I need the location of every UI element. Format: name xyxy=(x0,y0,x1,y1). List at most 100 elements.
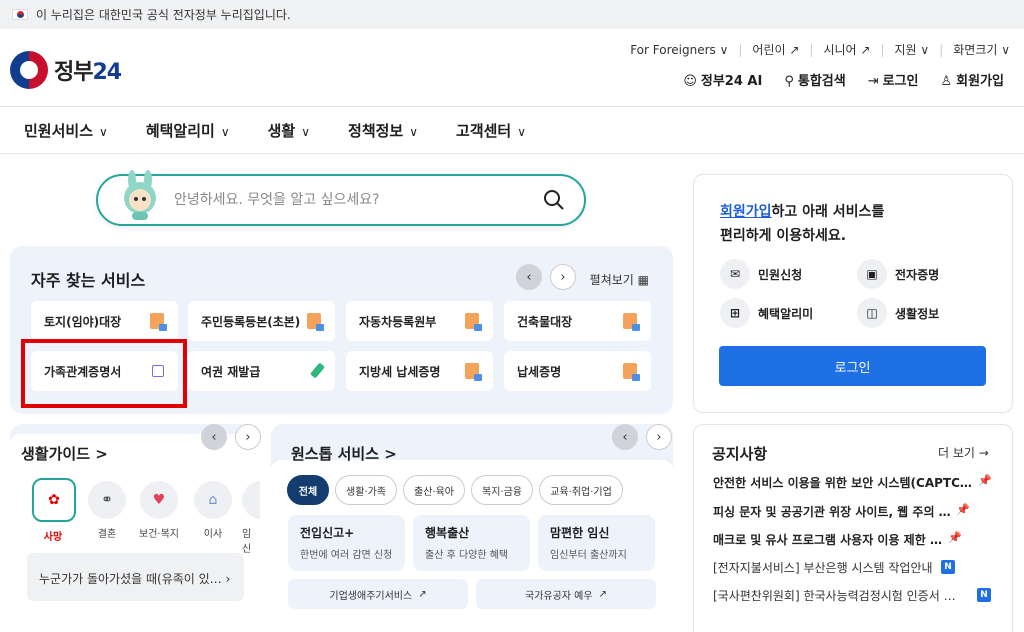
gov24-logo[interactable]: 정부24 xyxy=(10,51,122,89)
external-link-icon: ↗ xyxy=(598,588,607,600)
login-button[interactable]: 로그인 xyxy=(719,346,986,386)
document-icon xyxy=(623,363,640,381)
panel-item-life-info[interactable]: ◫ 생활정보 xyxy=(857,298,939,328)
utility-menu: For Foreigners ∨ | 어린이 ↗ | 시니어 ↗ | 지원 ∨ … xyxy=(630,41,1010,58)
category-marriage[interactable]: ⚭ 결혼 xyxy=(86,481,128,540)
integrated-search-button[interactable]: ⚲ 통합검색 xyxy=(784,70,845,89)
notice-item[interactable]: 안전한 서비스 이용을 위한 보안 시스템(CAPTCH… xyxy=(713,474,973,491)
panel-item-e-certificate[interactable]: ▣ 전자증명 xyxy=(857,259,939,289)
category-health-welfare[interactable]: ♥ 보건·복지 xyxy=(138,481,180,540)
chevron-right-icon: › xyxy=(225,572,231,586)
search-box xyxy=(96,170,586,226)
mascot-icon xyxy=(124,170,156,220)
utility-support[interactable]: 지원 ∨ xyxy=(895,41,930,58)
nav-policy[interactable]: 정책정보 ∨ xyxy=(348,120,418,141)
utility-screen-size[interactable]: 화면크기 ∨ xyxy=(953,41,1010,58)
document-icon xyxy=(307,313,324,331)
onestop-service-card[interactable]: 행복출산 출산 후 다양한 혜택 xyxy=(413,515,530,571)
life-next-button[interactable]: › xyxy=(235,424,261,450)
category-death[interactable]: ✿ 사망 xyxy=(32,478,76,543)
chevron-right-icon: › xyxy=(656,429,662,445)
pencil-icon xyxy=(309,362,326,379)
panel-item-benefits[interactable]: ⊞ 혜택알리미 xyxy=(720,298,813,328)
nav-life[interactable]: 생활 ∨ xyxy=(268,120,310,141)
document-icon xyxy=(623,313,640,331)
gov-banner-text: 이 누리집은 대한민국 공식 전자정부 누리집입니다. xyxy=(36,8,291,22)
chevron-right-icon: › xyxy=(245,429,251,445)
gov-banner: 이 누리집은 대한민국 공식 전자정부 누리집입니다. xyxy=(0,0,1024,29)
chip-all[interactable]: 전체 xyxy=(287,475,329,505)
chevron-left-icon: ‹ xyxy=(211,429,217,445)
highlight-box xyxy=(21,339,187,408)
pin-icon: 📌 xyxy=(948,531,962,544)
notice-item[interactable]: 피싱 문자 및 공공기관 위장 사이트, 웹 주의 안내 xyxy=(713,503,958,520)
prev-button[interactable]: ‹ xyxy=(516,264,542,290)
utility-senior[interactable]: 시니어 ↗ xyxy=(823,41,870,58)
login-link[interactable]: ⇥ 로그인 xyxy=(868,70,919,89)
notice-item[interactable]: 매크로 및 유사 프로그램 사용자 이용 제한 안내 xyxy=(713,531,948,548)
onestop-service-card[interactable]: 전입신고+ 한번에 여러 감면 신청 xyxy=(288,515,405,571)
taegeuk-logo-icon xyxy=(10,51,48,89)
id-card-icon: ▣ xyxy=(857,259,887,289)
chevron-left-icon: ‹ xyxy=(526,269,532,285)
life-guide-title[interactable]: 생활가이드 > xyxy=(21,443,108,464)
member-message: 회원가입하고 아래 서비스를 편리하게 이용하세요. xyxy=(720,204,885,244)
signup-link[interactable]: ♙ 회원가입 xyxy=(941,70,1005,89)
chevron-left-icon: ‹ xyxy=(622,429,628,445)
nav-customer-center[interactable]: 고객센터 ∨ xyxy=(456,120,526,141)
chevron-right-icon: › xyxy=(560,269,566,285)
onestop-next-button[interactable]: › xyxy=(646,424,672,450)
onestop-prev-button[interactable]: ‹ xyxy=(612,424,638,450)
document-icon xyxy=(150,313,167,331)
chevron-down-icon: ∨ xyxy=(517,124,527,139)
onestop-service-card[interactable]: 맘편한 임신 임신부터 출산까지 xyxy=(538,515,655,571)
service-tile[interactable]: 자동차등록원부 xyxy=(346,301,493,341)
category-moving[interactable]: ⌂ 이사 xyxy=(192,481,234,540)
chip-life-family[interactable]: 생활·가족 xyxy=(335,475,397,505)
next-button[interactable]: › xyxy=(550,264,576,290)
service-tile[interactable]: 여권 재발급 xyxy=(188,351,335,391)
external-link-icon: ↗ xyxy=(418,588,427,600)
main-nav: 민원서비스 ∨ 혜택알리미 ∨ 생활 ∨ 정책정보 ∨ 고객센터 ∨ xyxy=(0,106,1024,154)
view-all-button[interactable]: 펼쳐보기 ▦ xyxy=(590,271,649,288)
notice-item[interactable]: [국사편찬위원회] 한국사능력검정시험 인증서 모… xyxy=(713,587,961,604)
service-tile[interactable]: 납세증명 xyxy=(504,351,651,391)
ai-button[interactable]: ☺ 정부24 AI xyxy=(683,70,762,89)
business-lifecycle-link[interactable]: 기업생애주기서비스 ↗ xyxy=(288,579,468,609)
chip-birth-parenting[interactable]: 출산·육아 xyxy=(403,475,465,505)
house-icon: ⌂ xyxy=(194,481,232,519)
signup-inline-link[interactable]: 회원가입 xyxy=(720,204,772,220)
chip-education-job-business[interactable]: 교육·취업·기업 xyxy=(539,475,623,505)
robot-icon: ☺ xyxy=(683,74,697,89)
header: 정부24 For Foreigners ∨ | 어린이 ↗ | 시니어 ↗ | … xyxy=(0,29,1024,106)
service-tile[interactable]: 토지(임야)대장 xyxy=(31,301,178,341)
rings-icon: ⚭ xyxy=(88,481,126,519)
notice-more-link[interactable]: 더 보기 → xyxy=(938,444,989,461)
search-input[interactable] xyxy=(174,188,534,212)
flower-icon: ✿ xyxy=(32,478,76,522)
envelope-icon: ✉ xyxy=(720,259,750,289)
chip-welfare-finance[interactable]: 복지·금융 xyxy=(471,475,533,505)
nav-benefits[interactable]: 혜택알리미 ∨ xyxy=(146,120,230,141)
life-prev-button[interactable]: ‹ xyxy=(201,424,227,450)
baby-icon xyxy=(242,481,260,519)
panel-item-civil-apply[interactable]: ✉ 민원신청 xyxy=(720,259,802,289)
notice-item[interactable]: [전자지불서비스] 부산은행 시스템 작업안내 xyxy=(713,559,935,576)
logo-text: 정부24 xyxy=(54,60,122,85)
document-icon xyxy=(465,313,482,331)
utility-foreigners[interactable]: For Foreigners ∨ xyxy=(630,43,728,57)
veterans-link[interactable]: 국가유공자 예우 ↗ xyxy=(476,579,656,609)
chevron-down-icon: ∨ xyxy=(99,124,108,139)
search-icon[interactable] xyxy=(542,188,566,212)
utility-kids[interactable]: 어린이 ↗ xyxy=(752,41,799,58)
life-guide-item[interactable]: 누군가가 돌아가셨을 때(유족이 있… › xyxy=(27,553,244,601)
onestop-title[interactable]: 원스톱 서비스 > xyxy=(291,443,397,464)
service-tile[interactable]: 지방세 납세증명 xyxy=(346,351,493,391)
service-tile[interactable]: 주민등록등본(초본) xyxy=(188,301,335,341)
notice-title: 공지사항 xyxy=(712,445,768,463)
category-pregnancy[interactable]: 임신 xyxy=(242,481,260,555)
service-tile[interactable]: 건축물대장 xyxy=(504,301,651,341)
nav-civil-service[interactable]: 민원서비스 ∨ xyxy=(24,120,108,141)
bookmark-icon: ◫ xyxy=(857,298,887,328)
search-icon: ⚲ xyxy=(784,74,794,89)
